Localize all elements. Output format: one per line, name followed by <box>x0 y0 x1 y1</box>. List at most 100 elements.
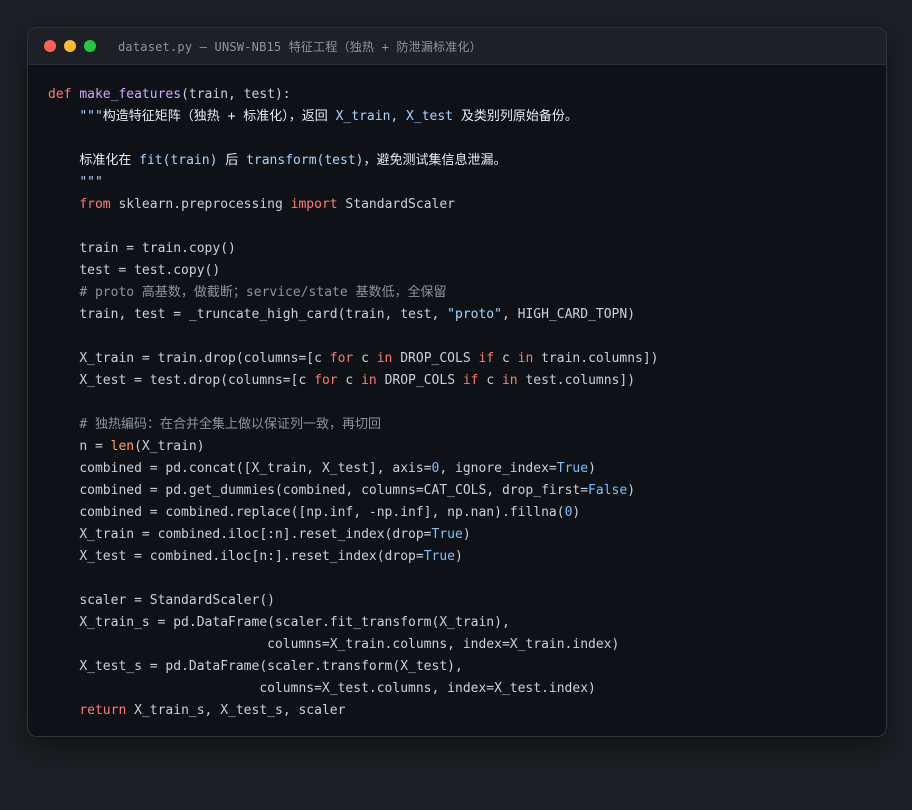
code-token: 构造特征矩阵（独热 + 标准化），返回 <box>102 109 336 124</box>
code-editor[interactable]: def make_features(train, test): """构造特征矩… <box>48 84 876 722</box>
code-token: test = test.copy() <box>79 263 221 278</box>
code-token: ，避免测试集信息泄漏。 <box>363 153 507 168</box>
window-titlebar: dataset.py — UNSW-NB15 特征工程（独热 + 防泄漏标准化） <box>28 28 886 65</box>
code-line: return X_train_s, X_test_s, scaler <box>48 700 876 722</box>
code-token: columns=X_test.columns, index=X_test.ind… <box>48 681 596 696</box>
code-line: X_test = combined.iloc[n:].reset_index(d… <box>48 546 876 568</box>
code-line: X_train = combined.iloc[:n].reset_index(… <box>48 524 876 546</box>
close-window-icon[interactable] <box>44 40 56 52</box>
code-token: sklearn.preprocessing <box>110 197 291 212</box>
code-token: X_train, X_test <box>335 109 454 124</box>
code-token: ) <box>627 483 636 498</box>
code-line: """ <box>48 172 876 194</box>
code-token: import <box>290 197 338 212</box>
code-line: # 独热编码：在合并全集上做以保证列一致，再切回 <box>48 414 876 436</box>
code-token: in <box>517 351 534 366</box>
code-token: in <box>361 373 377 388</box>
code-line: """构造特征矩阵（独热 + 标准化），返回 X_train, X_test 及… <box>48 106 876 128</box>
code-token: train.columns]) <box>533 351 659 366</box>
code-token: 后 <box>217 153 247 168</box>
code-token: ) <box>588 461 596 476</box>
code-line: from sklearn.preprocessing import Standa… <box>48 194 876 216</box>
code-token: StandardScaler <box>337 197 456 212</box>
code-token: X_test_s = pd.DataFrame(scaler.transform… <box>79 659 463 674</box>
code-token: train, test = _truncate_high_card(train,… <box>79 307 448 322</box>
code-token: , ignore_index= <box>439 461 557 476</box>
code-token: combined = pd.concat([X_train, X_test], … <box>79 461 432 476</box>
code-token: in <box>501 373 518 388</box>
minimize-window-icon[interactable] <box>64 40 76 52</box>
code-line: scaler = StandardScaler() <box>48 590 876 612</box>
code-token: c <box>478 373 502 388</box>
code-token: fit(train) <box>139 153 218 168</box>
code-token: X_train = train.drop(columns=[c <box>79 351 330 366</box>
code-token: (X_train) <box>134 439 205 454</box>
code-token: c <box>337 373 362 388</box>
code-token: ) <box>572 505 581 520</box>
window-title: dataset.py — UNSW-NB15 特征工程（独热 + 防泄漏标准化） <box>118 39 482 54</box>
code-line: X_train = train.drop(columns=[c for c in… <box>48 348 876 370</box>
code-line: test = test.copy() <box>48 260 876 282</box>
code-line: combined = pd.get_dummies(combined, colu… <box>48 480 876 502</box>
code-line: X_train_s = pd.DataFrame(scaler.fit_tran… <box>48 612 876 634</box>
code-line: train = train.copy() <box>48 238 876 260</box>
code-token: X_test = combined.iloc[n:].reset_index(d… <box>79 549 424 564</box>
code-line: 标准化在 fit(train) 后 transform(test)，避免测试集信… <box>48 150 876 172</box>
code-token: # proto 高基数，做截断；service/state 基数低，全保留 <box>79 285 447 300</box>
code-token: 及类别列原始备份。 <box>453 109 578 124</box>
code-token: return <box>79 703 127 718</box>
code-line: def make_features(train, test): <box>48 84 876 106</box>
code-line: n = len(X_train) <box>48 436 876 458</box>
code-token: # 独热编码：在合并全集上做以保证列一致，再切回 <box>79 417 381 432</box>
code-token: (train, test): <box>181 87 291 102</box>
code-token: if <box>462 373 479 388</box>
code-line: train, test = _truncate_high_card(train,… <box>48 304 876 326</box>
code-token: X_train_s = pd.DataFrame(scaler.fit_tran… <box>79 615 510 630</box>
code-token: True <box>431 527 463 542</box>
code-token: True <box>423 549 455 564</box>
code-token: combined = pd.get_dummies(combined, colu… <box>79 483 589 498</box>
code-token: n = <box>79 439 111 454</box>
code-line: X_test_s = pd.DataFrame(scaler.transform… <box>48 656 876 678</box>
code-token: transform(test) <box>246 153 364 168</box>
code-token: for <box>314 373 338 388</box>
code-token: X_test = test.drop(columns=[c <box>79 373 315 388</box>
code-token: X_train_s, X_test_s, scaler <box>126 703 346 718</box>
code-line: # proto 高基数，做截断；service/state 基数低，全保留 <box>48 282 876 304</box>
code-token: c <box>353 351 377 366</box>
code-token: , HIGH_CARD_TOPN) <box>501 307 636 322</box>
code-line: columns=X_train.columns, index=X_train.i… <box>48 634 876 656</box>
code-line: X_test = test.drop(columns=[c for c in D… <box>48 370 876 392</box>
code-token: False <box>588 483 628 498</box>
code-token: combined = combined.replace([np.inf, -np… <box>79 505 565 520</box>
code-token: """ <box>79 109 103 124</box>
code-token: True <box>556 461 589 476</box>
code-token: ) <box>462 527 471 542</box>
zoom-window-icon[interactable] <box>84 40 96 52</box>
code-token: from <box>79 197 111 212</box>
code-token: "proto" <box>447 307 502 322</box>
code-token: ) <box>455 549 463 564</box>
code-token: DROP_COLS <box>376 373 463 388</box>
code-token: """ <box>79 175 103 190</box>
